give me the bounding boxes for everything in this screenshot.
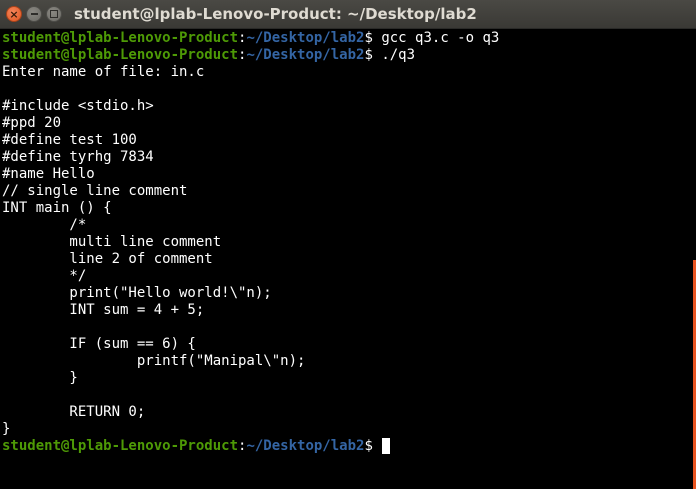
prompt-user-host: student@lplab-Lenovo-Product [2, 30, 239, 46]
output-line: } [2, 370, 78, 386]
command-text: gcc q3.c -o q3 [381, 30, 500, 46]
output-line: } [2, 421, 11, 437]
output-line: INT sum = 4 + 5; [2, 302, 205, 318]
minimize-button[interactable] [26, 6, 42, 22]
output-line: printf("Manipal\"n); [2, 353, 306, 369]
output-line: INT main () { [2, 200, 112, 216]
maximize-icon [50, 10, 58, 18]
terminal-window: × student@lplab-Lenovo-Product: ~/Deskto… [0, 0, 696, 489]
terminal-output[interactable]: student@lplab-Lenovo-Product:~/Desktop/l… [0, 30, 692, 489]
prompt-user-host: student@lplab-Lenovo-Product [2, 438, 239, 454]
output-line: #include <stdio.h> [2, 98, 154, 114]
minimize-icon [30, 13, 38, 15]
prompt-path: ~/Desktop/lab2 [246, 47, 365, 63]
output-line: #ppd 20 [2, 115, 62, 131]
output-line: Enter name of file: in.c [2, 64, 205, 80]
prompt-symbol: $ [364, 30, 382, 46]
close-button[interactable]: × [6, 6, 22, 22]
prompt-line: student@lplab-Lenovo-Product:~/Desktop/l… [2, 30, 692, 47]
command-text: ./q3 [381, 47, 416, 63]
window-title: student@lplab-Lenovo-Product: ~/Desktop/… [74, 5, 477, 23]
title-bar[interactable]: × student@lplab-Lenovo-Product: ~/Deskto… [0, 0, 696, 29]
output-line: #name Hello [2, 166, 95, 182]
output-line: // single line comment [2, 183, 188, 199]
output-line: #define tyrhg 7834 [2, 149, 154, 165]
output-line: */ [2, 268, 87, 284]
output-line: RETURN 0; [2, 404, 146, 420]
prompt-path: ~/Desktop/lab2 [246, 30, 365, 46]
output-line: IF (sum == 6) { [2, 336, 196, 352]
maximize-button[interactable] [46, 6, 62, 22]
prompt-line: student@lplab-Lenovo-Product:~/Desktop/l… [2, 47, 692, 64]
prompt-path: ~/Desktop/lab2 [246, 438, 365, 454]
prompt-symbol: $ [364, 47, 382, 63]
output-line: line 2 of comment [2, 251, 213, 267]
output-line: print("Hello world!\"n); [2, 285, 272, 301]
text-cursor [382, 438, 391, 454]
prompt-user-host: student@lplab-Lenovo-Product [2, 47, 239, 63]
prompt-symbol: $ [364, 438, 382, 454]
output-line: /* [2, 217, 87, 233]
output-line: multi line comment [2, 234, 222, 250]
close-icon: × [9, 7, 19, 21]
prompt-line: student@lplab-Lenovo-Product:~/Desktop/l… [2, 438, 692, 455]
output-line: #define test 100 [2, 132, 137, 148]
